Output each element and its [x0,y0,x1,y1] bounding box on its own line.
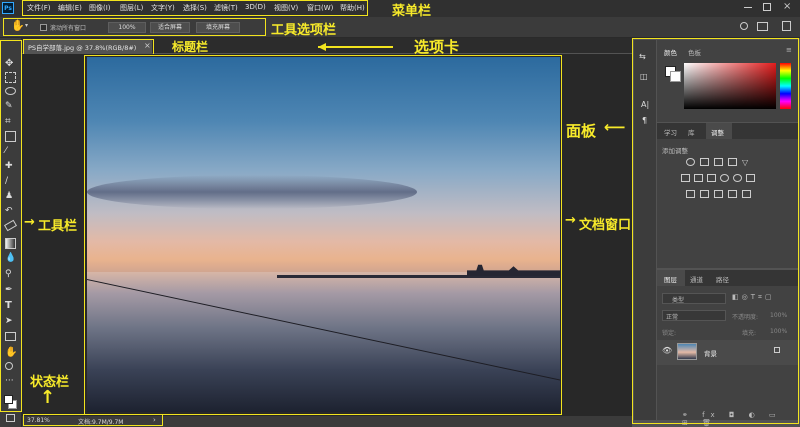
title-bar-highlight [23,39,154,55]
lasso-tool-icon[interactable] [5,87,16,95]
options-bar-highlight [3,18,266,36]
doc-window-arrow: → [565,213,576,228]
annotation-title-bar: 标题栏 [172,40,209,54]
move-tool-icon[interactable]: ✥ [5,58,16,69]
window-maximize-icon[interactable] [763,3,771,11]
search-icon[interactable] [740,22,748,30]
quick-select-tool-icon[interactable]: ✎ [5,101,16,112]
status-arrow: ↑ [40,387,56,408]
hand-tool-icon[interactable]: ✋ [5,347,17,358]
tabs-arrow-head [318,43,326,51]
crop-tool-icon[interactable]: ⌗ [5,116,16,127]
brush-tool-icon[interactable]: ∕ [5,176,16,187]
marquee-tool-icon[interactable] [5,72,16,83]
history-brush-tool-icon[interactable]: ↶ [5,206,16,217]
panels-arrow: ⟵ [604,118,626,136]
annotation-panels: 面板 [566,122,597,140]
panels-highlight [632,38,799,424]
type-tool-icon[interactable]: T [5,300,16,311]
rectangle-tool-icon[interactable] [5,332,16,341]
pen-tool-icon[interactable]: ✒ [5,285,16,296]
menubar-highlight [22,0,368,16]
frame-tool-icon[interactable] [5,131,16,142]
toolbar-arrow: → [24,215,35,230]
clone-stamp-tool-icon[interactable]: ♟ [5,191,16,202]
dodge-tool-icon[interactable]: ⚲ [5,269,16,280]
zoom-tool-icon[interactable] [5,362,13,370]
gradient-tool-icon[interactable] [5,238,16,249]
quick-mask-icon[interactable] [6,414,15,422]
eyedropper-tool-icon[interactable]: ⁄ [5,146,16,157]
annotation-menubar: 菜单栏 [392,4,432,19]
share-icon[interactable] [782,21,791,31]
window-minimize-icon[interactable] [744,7,752,8]
path-selection-tool-icon[interactable]: ➤ [5,316,16,327]
window-close-icon[interactable]: × [783,1,791,12]
tabs-arrow [318,46,393,48]
annotation-tabs: 选项卡 [414,38,460,56]
healing-brush-tool-icon[interactable]: ✚ [5,161,16,172]
more-tools-icon[interactable]: ··· [5,376,16,387]
foreground-color-swatch[interactable] [4,395,13,404]
annotation-doc-window: 文档窗口 [579,218,632,233]
workspace-icon[interactable] [757,22,768,31]
status-bar-highlight [23,414,163,426]
blur-tool-icon[interactable]: 💧 [5,253,16,264]
app-logo: Ps [2,2,14,14]
annotation-toolbar: 工具栏 [38,219,78,234]
document-window-highlight [84,55,562,415]
annotation-options-bar: 工具选项栏 [271,23,337,38]
